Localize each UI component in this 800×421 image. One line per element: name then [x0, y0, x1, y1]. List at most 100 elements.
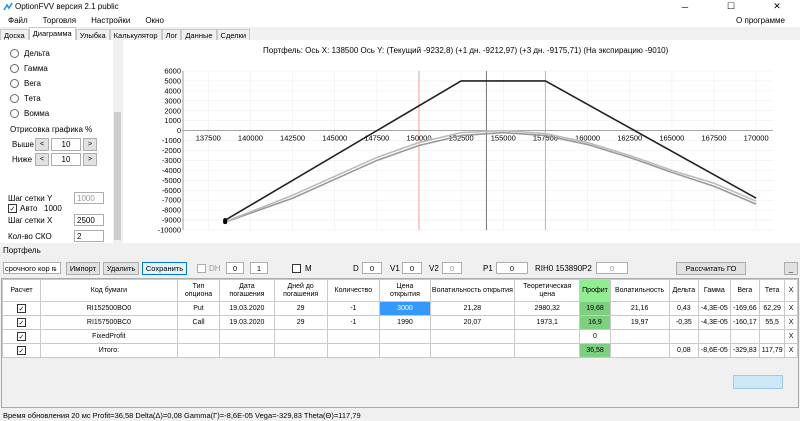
import-button[interactable]: Импорт — [66, 261, 100, 275]
v1-input[interactable]: 0 — [402, 262, 422, 274]
save-button[interactable]: Сохранить — [142, 261, 187, 275]
scrollbar-thumb[interactable] — [114, 112, 121, 240]
cell-profit[interactable]: 16,9 — [579, 315, 611, 330]
col-vol[interactable]: Волатильность — [609, 279, 670, 302]
cell[interactable] — [514, 329, 581, 344]
p2-input[interactable]: 0 — [596, 262, 628, 274]
col-qty[interactable]: Количество — [326, 279, 381, 302]
col-calc[interactable]: Расчет — [2, 279, 41, 302]
delete-button[interactable]: Удалить — [103, 261, 139, 275]
cell[interactable]: 19,97 — [609, 315, 670, 330]
row-calc-checkbox[interactable]: ✓ — [2, 315, 41, 330]
col-expiry[interactable]: Дата погашения — [219, 279, 275, 302]
row-calc-checkbox[interactable]: ✓ — [2, 329, 41, 344]
cell[interactable]: 19.03.2020 — [219, 301, 275, 316]
cell[interactable] — [759, 329, 786, 344]
menu-window[interactable]: Окно — [145, 16, 164, 25]
d-input[interactable]: 0 — [362, 262, 382, 274]
radio-vomma[interactable]: Вомма — [0, 106, 121, 121]
radio-circle-icon[interactable] — [10, 94, 19, 103]
cell[interactable] — [609, 329, 670, 344]
mini-panel[interactable] — [733, 375, 783, 389]
tab-smile[interactable]: Улыбка — [75, 29, 110, 40]
cell-selected[interactable]: 3000 — [379, 301, 431, 316]
radio-delta[interactable]: Дельта — [0, 46, 121, 61]
close-button[interactable]: ✕ — [754, 0, 800, 13]
tab-calculator[interactable]: Калькулятор — [109, 29, 162, 40]
cell[interactable] — [219, 343, 275, 358]
cell[interactable]: 21,28 — [429, 301, 516, 316]
cell[interactable] — [729, 329, 761, 344]
col-theta[interactable]: Тета — [759, 279, 786, 302]
cell[interactable]: 2980,32 — [514, 301, 581, 316]
radio-circle-icon[interactable] — [10, 79, 19, 88]
maximize-button[interactable]: ☐ — [708, 0, 754, 13]
radio-circle-icon[interactable] — [10, 49, 19, 58]
cell-profit[interactable]: 19,68 — [579, 301, 611, 316]
cell[interactable]: 20,07 — [429, 315, 516, 330]
cell[interactable]: 0,08 — [668, 343, 700, 358]
menu-file[interactable]: Файл — [8, 16, 28, 25]
cell[interactable] — [176, 343, 221, 358]
dh-spinner-2[interactable]: 1 — [250, 262, 268, 274]
below-value[interactable]: 10 — [51, 152, 81, 166]
cell[interactable]: 117,79 — [759, 343, 786, 358]
tab-diagram[interactable]: Диаграмма — [28, 27, 76, 40]
dh-spinner-1[interactable]: 0 — [226, 262, 244, 274]
col-open-vol[interactable]: Волатильность открытия — [429, 279, 516, 302]
above-increase-button[interactable]: > — [83, 137, 97, 151]
cell[interactable] — [698, 329, 731, 344]
cell[interactable]: Put — [176, 301, 221, 316]
minimize-button[interactable]: ─ — [662, 0, 708, 13]
menu-settings[interactable]: Настройки — [91, 16, 130, 25]
cell[interactable]: RI152500BO0 — [39, 301, 178, 316]
cell[interactable]: -1 — [326, 315, 381, 330]
col-code[interactable]: Код бумаги — [39, 279, 178, 302]
minimize-panel-button[interactable]: _ — [784, 261, 798, 275]
cell-profit[interactable]: 36,58 — [579, 343, 611, 358]
radio-vega[interactable]: Вега — [0, 76, 121, 91]
cell[interactable]: Итого: — [39, 343, 178, 358]
chevron-down-icon[interactable]: ⌄ — [52, 263, 58, 274]
col-profit[interactable]: Профит — [579, 279, 611, 302]
auto-checkbox[interactable]: ✓ — [8, 204, 17, 213]
cell[interactable]: -4,3E-05 — [698, 315, 731, 330]
table-row[interactable]: ✓ RI152500BO0 Put 19.03.2020 29 -1 3000 … — [2, 301, 798, 316]
cell[interactable]: 62,29 — [759, 301, 786, 316]
cell[interactable]: FixedProfit — [39, 329, 178, 344]
col-delta[interactable]: Дельта — [668, 279, 700, 302]
remove-row-button[interactable]: X — [784, 301, 798, 316]
radio-circle-icon[interactable] — [10, 64, 19, 73]
cell[interactable]: -160,17 — [729, 315, 761, 330]
cell[interactable] — [379, 343, 431, 358]
col-days[interactable]: Дней до погашения — [273, 279, 328, 302]
radio-gamma[interactable]: Гамма — [0, 61, 121, 76]
m-checkbox[interactable] — [292, 264, 301, 273]
below-decrease-button[interactable]: < — [35, 152, 49, 166]
cell[interactable] — [379, 329, 431, 344]
tab-log[interactable]: Лог — [161, 29, 182, 40]
gridx-input[interactable]: 2500 — [74, 214, 104, 226]
cell[interactable]: -169,66 — [729, 301, 761, 316]
cell[interactable] — [326, 343, 381, 358]
calculate-go-button[interactable]: Рассчитать ГО — [676, 261, 746, 275]
row-calc-checkbox[interactable]: ✓ — [2, 301, 41, 316]
radio-circle-icon[interactable] — [10, 109, 19, 118]
cell[interactable]: -329,83 — [729, 343, 761, 358]
left-panel-scrollbar[interactable] — [113, 40, 122, 243]
table-row[interactable]: ✓ FixedProfit 0 X — [2, 329, 798, 344]
col-gamma[interactable]: Гамма — [698, 279, 731, 302]
p1-input[interactable]: 0 — [496, 262, 528, 274]
cell[interactable]: -0,35 — [668, 315, 700, 330]
cell[interactable] — [609, 343, 670, 358]
remove-row-button[interactable]: X — [784, 329, 798, 344]
above-value[interactable]: 10 — [51, 137, 81, 151]
cell[interactable]: 21,16 — [609, 301, 670, 316]
cell[interactable] — [668, 329, 700, 344]
cell-profit[interactable]: 0 — [579, 329, 611, 344]
cell[interactable]: 29 — [273, 315, 328, 330]
col-x[interactable]: X — [784, 279, 798, 302]
cell[interactable] — [273, 343, 328, 358]
col-theo-price[interactable]: Теоретическая цена — [514, 279, 581, 302]
cell[interactable] — [429, 343, 516, 358]
